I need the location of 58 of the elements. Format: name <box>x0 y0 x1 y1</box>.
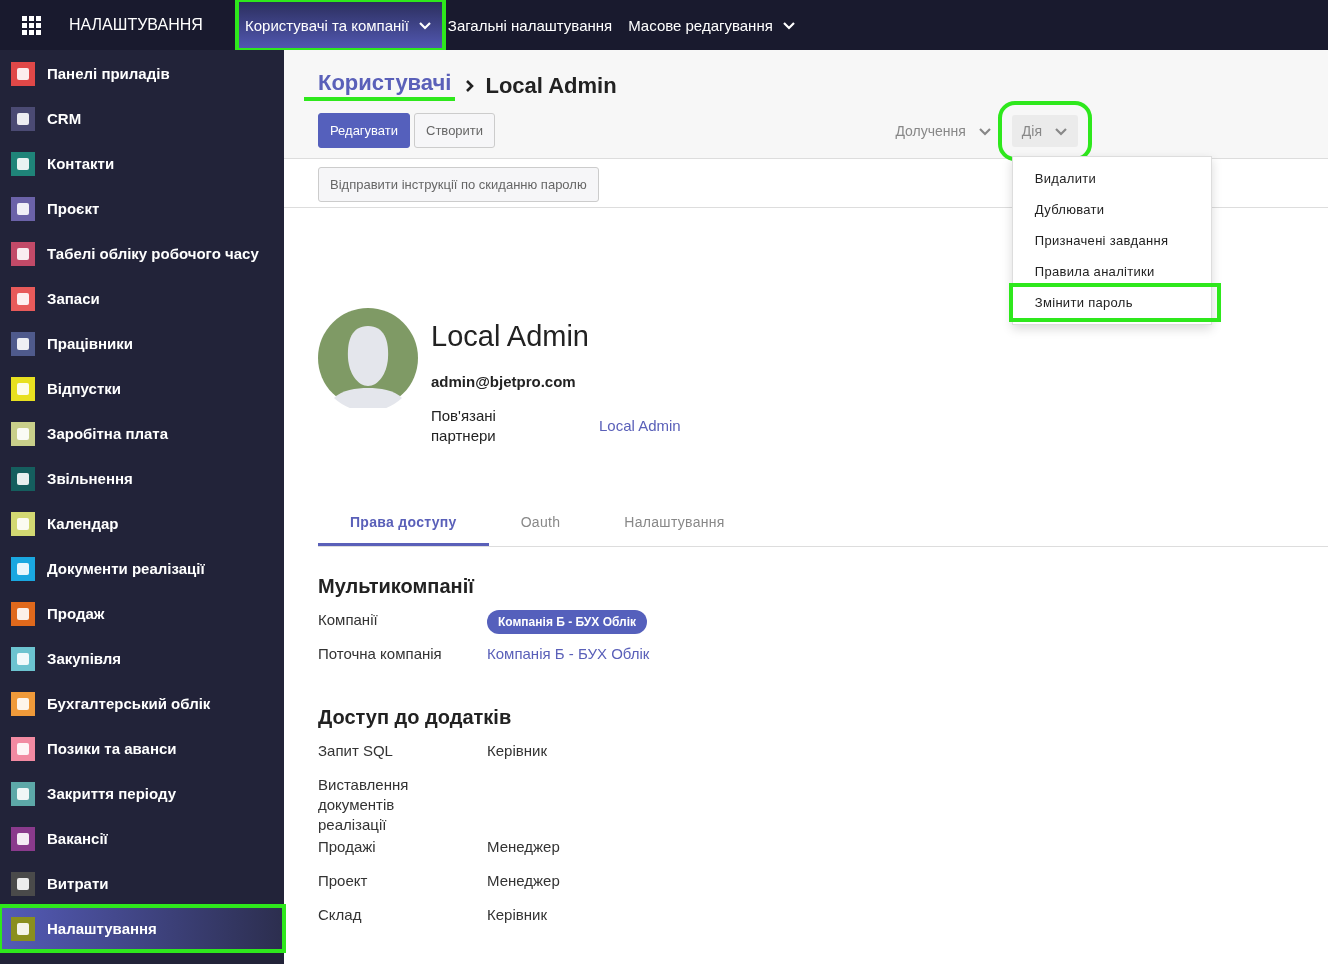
sidebar-item[interactable]: Вакансії <box>0 816 284 861</box>
sidebar-item[interactable]: Документи реалізації <box>0 546 284 591</box>
sidebar-item[interactable]: Проєкт <box>0 186 284 231</box>
tab[interactable]: Oauth <box>488 504 593 546</box>
field-value: Керівник <box>487 741 547 761</box>
field-label: Виставлення документів реалізації <box>318 775 410 835</box>
sidebar-item[interactable]: Контакти <box>0 141 284 186</box>
sidebar-item[interactable]: Бухгалтерський облік <box>0 681 284 726</box>
sidebar-item[interactable]: Налаштування <box>0 906 284 951</box>
section-title: Доступ до додатків <box>318 706 513 729</box>
field-label: Поточна компанія <box>318 644 443 664</box>
app-title: НАЛАШТУВАННЯ <box>69 16 204 34</box>
menu-item[interactable]: Правила аналітики <box>1012 255 1211 287</box>
section-title: Мультикомпанії <box>318 575 476 598</box>
field-value[interactable]: Компанія Б - БУХ Облік <box>487 644 650 664</box>
field-label: Склад <box>318 905 363 925</box>
sidebar-item[interactable]: Панелі приладів <box>0 51 284 96</box>
menu-item[interactable]: Видалити <box>1012 162 1211 194</box>
menu-item[interactable]: Дублювати <box>1012 193 1211 225</box>
sidebar-item[interactable]: Запаси <box>0 276 284 321</box>
tab[interactable]: Налаштування <box>592 504 757 546</box>
field-value: Менеджер <box>487 837 560 857</box>
edit-button[interactable]: Редагувати <box>318 113 411 148</box>
sidebar-item[interactable]: Працівники <box>0 321 284 366</box>
sidebar-item[interactable]: CRM <box>0 96 284 141</box>
field-label: Компанії <box>318 610 379 630</box>
caret-icon <box>781 19 796 31</box>
sidebar-item[interactable]: Календар <box>0 501 284 546</box>
top-menu-item[interactable]: Загальні налаштування <box>441 2 623 48</box>
sidebar-item[interactable]: Витрати <box>0 861 284 906</box>
sidebar-item[interactable]: Табелі обліку робочого часу <box>0 231 284 276</box>
field-label: Пов'язані партнери <box>431 406 497 446</box>
top-menu-item[interactable]: Масове редагування <box>622 2 806 48</box>
sidebar-item[interactable]: Закупівля <box>0 636 284 681</box>
field-label: Запит SQL <box>318 741 394 761</box>
user-email: admin@bjetpro.com <box>431 373 577 390</box>
chevron-icon <box>465 78 476 93</box>
sidebar-item[interactable]: Звільнення <box>0 456 284 501</box>
apps-grid-icon[interactable] <box>22 15 41 35</box>
sidebar-item[interactable]: Закриття періоду <box>0 771 284 816</box>
sidebar-item[interactable]: Заробітна плата <box>0 411 284 456</box>
user-name: Local Admin <box>431 320 590 353</box>
create-button[interactable]: Створити <box>414 113 496 148</box>
company-tag[interactable]: Компанія Б - БУХ Облік <box>487 610 648 634</box>
field-label: Проект <box>318 871 369 891</box>
reset-password-button[interactable]: Відправити інструкції по скиданню паролю <box>318 167 599 202</box>
sidebar-item[interactable]: Позики та аванси <box>0 726 284 771</box>
field-label: Продажі <box>318 837 377 857</box>
field-value: Менеджер <box>487 871 560 891</box>
sidebar-item[interactable]: Відпустки <box>0 366 284 411</box>
menu-item[interactable]: Призначені завдання <box>1012 224 1211 256</box>
sidebar-item[interactable]: Продаж <box>0 591 284 636</box>
tab[interactable]: Права доступу <box>318 504 489 546</box>
field-value: Керівник <box>487 905 547 925</box>
breadcrumb-current: Local Admin <box>485 72 617 99</box>
field-value[interactable]: Local Admin <box>599 416 681 436</box>
caret-icon <box>417 19 432 31</box>
breadcrumb-link[interactable]: Користувачі <box>304 70 456 101</box>
